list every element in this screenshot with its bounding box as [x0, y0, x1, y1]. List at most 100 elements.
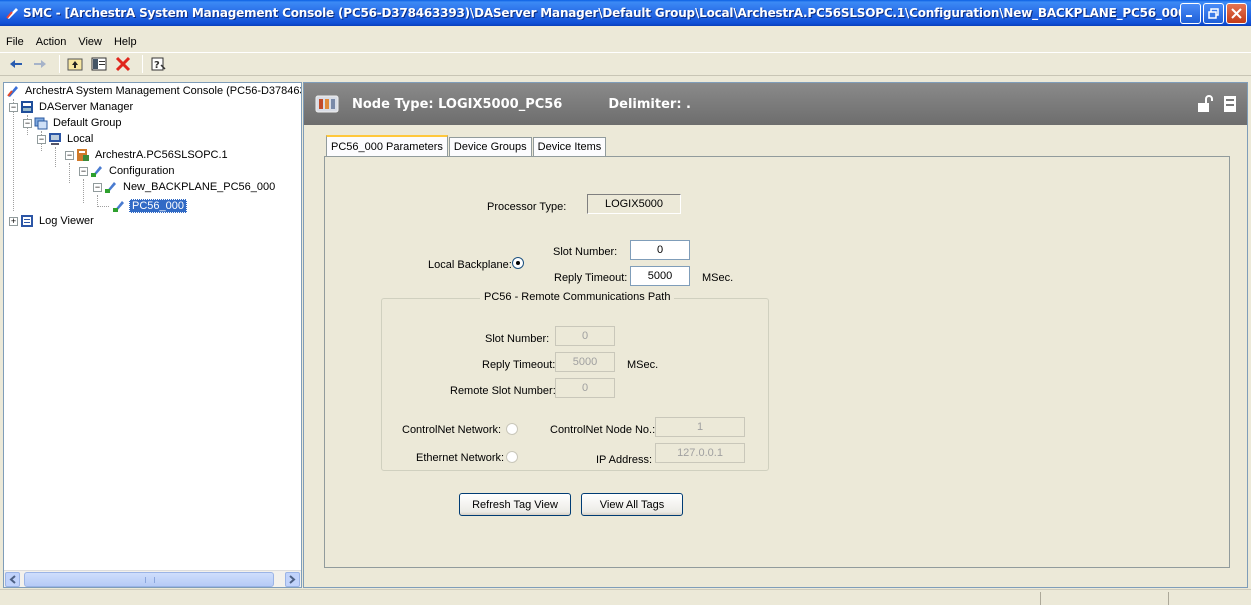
help-button[interactable]: ?	[148, 54, 168, 74]
unlock-icon[interactable]	[1197, 95, 1213, 113]
tree-node-configuration[interactable]: Configuration	[90, 163, 176, 179]
controlnet-node-input[interactable]: 1	[655, 417, 745, 437]
menu-help[interactable]: Help	[114, 36, 137, 48]
up-level-button[interactable]	[65, 54, 85, 74]
remote-reply-unit: MSec.	[627, 359, 659, 371]
remote-slot-label: Slot Number:	[485, 333, 550, 345]
remote-slot-number-input[interactable]: 0	[555, 378, 615, 398]
status-cell	[1040, 592, 1041, 605]
tree-expander-daserver[interactable]: −	[9, 103, 18, 112]
node-type-label: Node Type: LOGIX5000_PC56	[352, 96, 563, 112]
close-icon	[1231, 8, 1242, 19]
view-all-tags-button[interactable]: View All Tags	[581, 493, 683, 516]
tree-connector	[55, 147, 56, 167]
tab-device-items[interactable]: Device Items	[532, 137, 607, 156]
ip-address-input[interactable]: 127.0.0.1	[655, 443, 745, 463]
up-folder-icon	[67, 58, 83, 71]
log-viewer-icon	[21, 215, 33, 227]
local-backplane-radio[interactable]	[512, 257, 524, 269]
restore-button[interactable]	[1203, 3, 1224, 24]
close-button[interactable]	[1226, 3, 1247, 24]
menu-action[interactable]: Action	[36, 36, 67, 48]
computer-icon	[49, 133, 61, 145]
forward-button[interactable]	[30, 54, 50, 74]
group-icon	[34, 117, 48, 130]
daserver-icon	[77, 149, 89, 161]
controlnet-radio[interactable]	[506, 423, 518, 435]
reply-timeout-input[interactable]: 5000	[630, 266, 690, 286]
remote-reply-label: Reply Timeout:	[482, 359, 556, 371]
title-bar: SMC - [ArchestrA System Management Conso…	[0, 0, 1251, 26]
window-title: SMC - [ArchestrA System Management Conso…	[23, 6, 1183, 20]
chevron-left-icon	[9, 575, 16, 584]
remote-slot-input[interactable]: 0	[555, 326, 615, 346]
console-tree: ArchestrA System Management Console (PC5…	[3, 82, 302, 588]
restore-icon	[1208, 8, 1219, 19]
help-icon: ?	[151, 57, 166, 71]
delete-button[interactable]	[113, 54, 133, 74]
delete-icon	[115, 56, 131, 72]
remote-reply-input[interactable]: 5000	[555, 352, 615, 372]
tree-node-server[interactable]: ArchestrA.PC56SLSOPC.1	[76, 147, 230, 163]
tab-parameters[interactable]: PC56_000 Parameters	[326, 135, 448, 156]
tree-node-log-viewer[interactable]: Log Viewer	[20, 213, 96, 229]
processor-type-value: LOGIX5000	[587, 194, 681, 214]
ethernet-radio[interactable]	[506, 451, 518, 463]
tree-label-daserver: DAServer Manager	[39, 101, 134, 113]
show-hide-tree-icon	[91, 57, 107, 71]
refresh-tag-view-button[interactable]: Refresh Tag View	[459, 493, 571, 516]
processor-type-label: Processor Type:	[487, 201, 567, 213]
tree-node-default-group[interactable]: Default Group	[34, 115, 123, 131]
tree-expander-server[interactable]: −	[65, 151, 74, 160]
status-cell	[1168, 592, 1169, 605]
tree-label-server: ArchestrA.PC56SLSOPC.1	[95, 149, 228, 161]
scroll-left-button[interactable]	[5, 572, 20, 587]
save-icon[interactable]	[1223, 95, 1237, 113]
tab-device-groups[interactable]: Device Groups	[448, 137, 532, 156]
slot-number-input[interactable]: 0	[630, 240, 690, 260]
tree-expander-config[interactable]: −	[79, 167, 88, 176]
tree-expander-logviewer[interactable]: +	[9, 217, 18, 226]
tree-expander-backplane[interactable]: −	[93, 183, 102, 192]
back-arrow-icon	[10, 60, 22, 68]
remote-group-title: PC56 - Remote Communications Path	[480, 291, 675, 303]
scroll-right-button[interactable]	[285, 572, 300, 587]
tree-horizontal-scrollbar[interactable]	[4, 570, 301, 587]
menu-file[interactable]: File	[6, 36, 24, 48]
tree-node-root[interactable]: ArchestrA System Management Console (PC5…	[6, 83, 301, 99]
tree-expander-local[interactable]: −	[37, 135, 46, 144]
remote-communications-group: PC56 - Remote Communications Path Slot N…	[381, 291, 769, 471]
minimize-button[interactable]	[1180, 3, 1201, 24]
tree-expander-group[interactable]: −	[23, 119, 32, 128]
status-bar	[0, 589, 1251, 605]
node-header: Node Type: LOGIX5000_PC56 Delimiter: .	[304, 83, 1247, 125]
node-type-icon	[315, 95, 339, 113]
ip-address-label: IP Address:	[596, 454, 653, 466]
backplane-icon	[105, 182, 116, 193]
back-button[interactable]	[6, 54, 26, 74]
toolbar-separator	[59, 55, 60, 73]
tree-label-group: Default Group	[53, 117, 122, 129]
server-manager-icon	[21, 101, 33, 113]
menu-bar: File Action View Help	[0, 34, 149, 50]
tree-label-config: Configuration	[109, 165, 175, 177]
tree-node-local[interactable]: Local	[48, 131, 95, 147]
details-pane: Node Type: LOGIX5000_PC56 Delimiter: . P…	[303, 82, 1248, 588]
scroll-thumb[interactable]	[24, 572, 274, 587]
remote-slot-number-label: Remote Slot Number:	[450, 385, 556, 397]
tree-label-backplane: New_BACKPLANE_PC56_000	[123, 181, 276, 193]
tree-node-backplane[interactable]: New_BACKPLANE_PC56_000	[104, 179, 277, 195]
tree-connector	[13, 99, 14, 211]
controlnet-node-label: ControlNet Node No.:	[550, 424, 656, 436]
menu-view[interactable]: View	[78, 36, 102, 48]
smc-app-icon	[6, 8, 18, 19]
tree-node-daserver-manager[interactable]: DAServer Manager	[20, 99, 135, 115]
tree-node-pc56-000[interactable]: PC56_000	[112, 198, 187, 214]
tree-connector	[83, 179, 84, 203]
svg-text:?: ?	[154, 60, 160, 71]
ethernet-label: Ethernet Network:	[416, 452, 505, 464]
show-hide-tree-button[interactable]	[89, 54, 109, 74]
forward-arrow-icon	[34, 60, 46, 68]
toolbar: ?	[0, 52, 1251, 76]
tree-label-local: Local	[67, 133, 94, 145]
